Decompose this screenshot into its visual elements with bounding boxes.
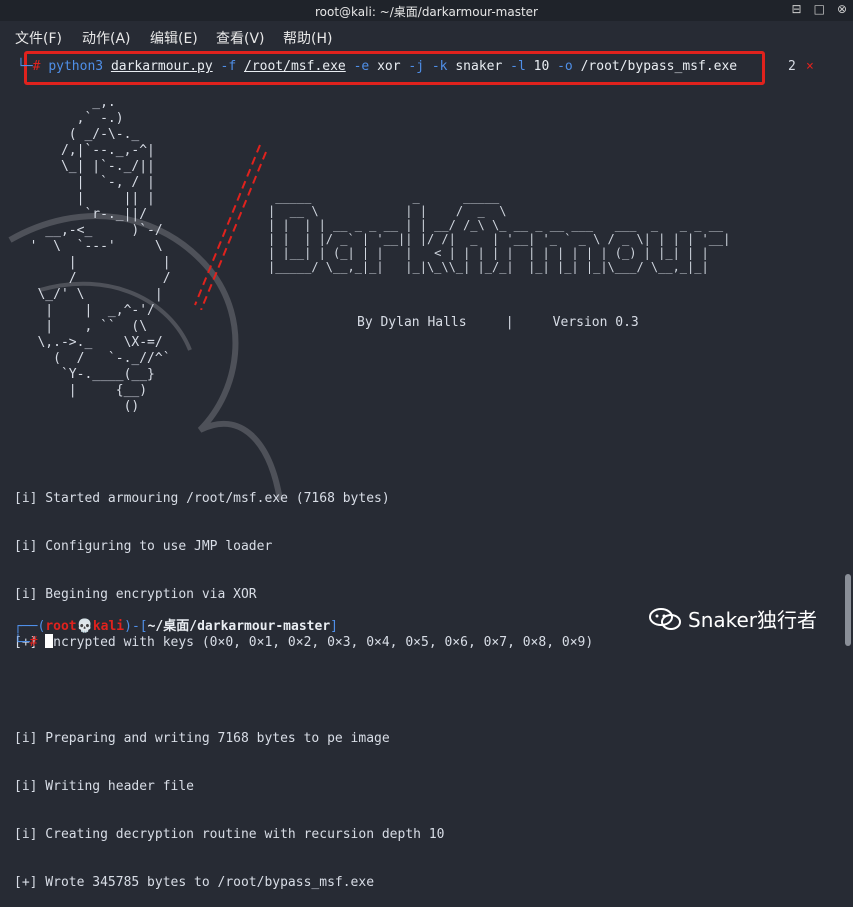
cmd-flag-k: -k bbox=[431, 59, 448, 74]
prompt-close: ] bbox=[330, 619, 338, 634]
output-line: [i] Configuring to use JMP loader bbox=[14, 539, 273, 554]
darkarmour-logo: _____ _ _____ | __ \ | | / _ \ | | | | _… bbox=[268, 190, 731, 274]
title-bar: root@kali: ~/桌面/darkarmour-master ⊟ □ ⊗ bbox=[0, 0, 853, 21]
menu-view[interactable]: 查看(V) bbox=[216, 28, 265, 48]
skull-icon: 💀 bbox=[76, 619, 93, 634]
tab-close-icon[interactable]: × bbox=[806, 59, 814, 75]
scrollbar[interactable] bbox=[845, 574, 851, 646]
menu-action[interactable]: 动作(A) bbox=[82, 28, 131, 48]
prompt-mid: )-[ bbox=[124, 619, 148, 634]
menu-bar: 文件(F) 动作(A) 编辑(E) 查看(V) 帮助(H) bbox=[0, 21, 853, 51]
output-line: [+] Encrypted with keys (0×0, 0×1, 0×2, … bbox=[14, 635, 594, 650]
prompt-corner: └─ bbox=[14, 635, 30, 650]
prompt-hash: # bbox=[29, 635, 38, 650]
command-line[interactable]: └─# python3 darkarmour.py -f /root/msf.e… bbox=[17, 59, 737, 75]
text-cursor[interactable] bbox=[45, 634, 54, 648]
output-line: [i] Started armouring /root/msf.exe (716… bbox=[14, 491, 390, 506]
prompt-open: ┌──( bbox=[14, 619, 46, 634]
prompt-corner: └─ bbox=[17, 59, 33, 74]
window-controls: ⊟ □ ⊗ bbox=[792, 2, 847, 16]
output-line: [i] Creating decryption routine with rec… bbox=[14, 827, 445, 842]
cmd-input-file: /root/msf.exe bbox=[244, 59, 346, 74]
cmd-flag-o: -o bbox=[557, 59, 573, 74]
prompt-hash: # bbox=[32, 59, 41, 74]
output-line: [i] Begining encryption via XOR bbox=[14, 587, 257, 602]
input-line[interactable]: └─# bbox=[14, 634, 54, 651]
wechat-watermark: Snaker独行者 bbox=[648, 604, 817, 633]
menu-help[interactable]: 帮助(H) bbox=[283, 28, 332, 48]
prompt-line: ┌──(root💀kali)-[~/桌面/darkarmour-master] bbox=[14, 619, 338, 635]
cmd-output-file: /root/bypass_msf.exe bbox=[580, 59, 738, 74]
minimize-button[interactable]: ⊟ bbox=[792, 2, 802, 16]
tab-number[interactable]: 2 bbox=[788, 59, 796, 75]
cmd-flag-e: -e bbox=[353, 59, 370, 74]
output-line: [+] Wrote 345785 bytes to /root/bypass_m… bbox=[14, 875, 375, 890]
cmd-flag-j: -j bbox=[408, 59, 425, 74]
cmd-key: snaker bbox=[455, 59, 503, 74]
cmd-flag-f: -f bbox=[220, 59, 237, 74]
menu-edit[interactable]: 编辑(E) bbox=[150, 28, 198, 48]
menu-file[interactable]: 文件(F) bbox=[15, 28, 62, 48]
watermark-text: Snaker独行者 bbox=[688, 608, 818, 632]
window-title: root@kali: ~/桌面/darkarmour-master bbox=[315, 5, 538, 19]
output-line: [i] Preparing and writing 7168 bytes to … bbox=[14, 731, 390, 746]
wechat-icon bbox=[649, 607, 681, 630]
cmd-loops: 10 bbox=[533, 59, 550, 74]
close-button[interactable]: ⊗ bbox=[837, 2, 847, 16]
ascii-warrior-art: _,. ,` -.) ( _/-\-._ /,|`--._,-^| \_| |`… bbox=[29, 95, 171, 414]
cmd-encryption: xor bbox=[377, 59, 401, 74]
output-line: [i] Writing header file bbox=[14, 779, 195, 794]
lightsaber-icon bbox=[194, 144, 267, 310]
cmd-script: darkarmour.py bbox=[110, 59, 213, 74]
cmd-python: python3 bbox=[48, 59, 104, 74]
prompt-host: kali bbox=[92, 619, 125, 634]
prompt-path: ~/桌面/darkarmour-master bbox=[147, 619, 331, 634]
maximize-button[interactable]: □ bbox=[814, 2, 825, 16]
command-output: [i] Started armouring /root/msf.exe (716… bbox=[14, 459, 593, 907]
prompt-user: root bbox=[45, 619, 77, 634]
byline: By Dylan Halls | Version 0.3 bbox=[357, 315, 639, 330]
cmd-flag-l: -l bbox=[510, 59, 526, 74]
